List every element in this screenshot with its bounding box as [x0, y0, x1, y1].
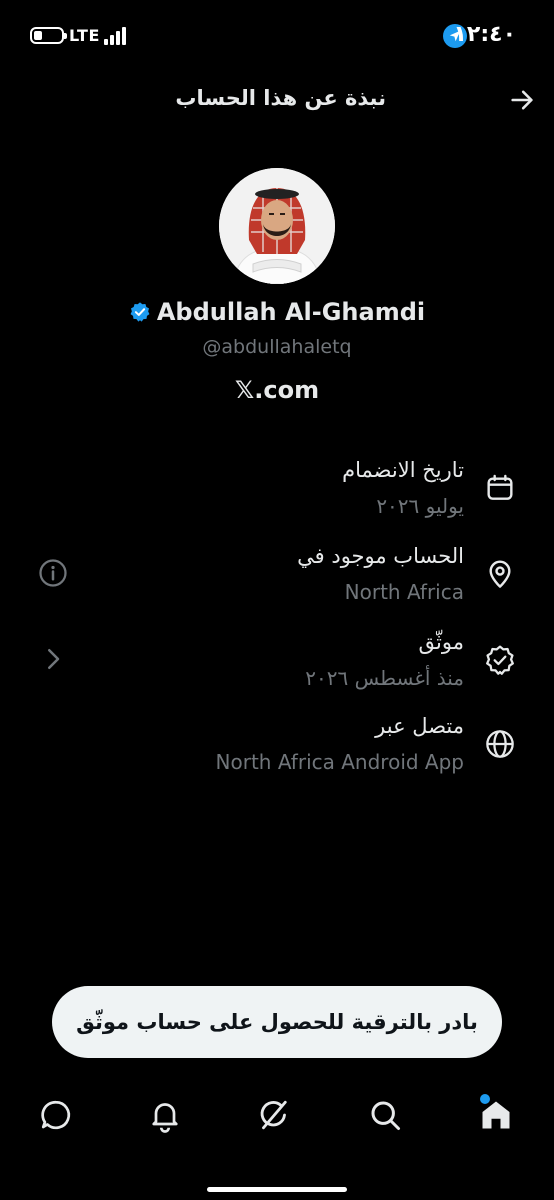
profile-handle: @abdullahaletq	[202, 336, 352, 358]
location-pin-icon	[484, 558, 516, 590]
verified-badge-icon	[484, 644, 516, 676]
info-row-title: متصل عبر	[375, 714, 464, 738]
info-row-location: الحساب موجود في North Africa	[0, 544, 554, 614]
verified-badge-icon	[129, 301, 151, 323]
info-row-title: تاريخ الانضمام	[342, 458, 464, 482]
site-label: 𝕏.com	[234, 376, 320, 404]
grok-icon[interactable]	[256, 1097, 292, 1133]
network-label: LTE	[69, 26, 100, 45]
profile-name-row: Abdullah Al-Ghamdi	[0, 298, 554, 326]
info-row-title: الحساب موجود في	[297, 544, 464, 568]
info-row-title: موثّق	[418, 630, 464, 654]
status-time: ١٢:٤٠	[453, 22, 516, 47]
info-row-value: منذ أغسطس ٢٠٢٦	[305, 666, 464, 690]
info-row-value: North Africa	[344, 580, 464, 604]
battery-icon	[30, 27, 67, 44]
avatar[interactable]	[219, 168, 335, 284]
search-icon[interactable]	[367, 1097, 403, 1133]
signal-icon	[104, 25, 128, 45]
profile-name: Abdullah Al-Ghamdi	[156, 298, 426, 326]
calendar-icon	[484, 472, 516, 504]
info-row-value: يوليو ٢٠٢٦	[376, 494, 464, 518]
home-indicator	[207, 1187, 347, 1192]
upgrade-button[interactable]: بادر بالترقية للحصول على حساب موثّق	[52, 986, 502, 1058]
info-row-joined: تاريخ الانضمام يوليو ٢٠٢٦	[0, 458, 554, 528]
status-bar: LTE ١٢:٤٠	[0, 0, 554, 72]
globe-icon	[484, 728, 516, 760]
upgrade-label: بادر بالترقية للحصول على حساب موثّق	[76, 1010, 478, 1034]
info-row-value: North Africa Android App	[215, 750, 464, 774]
notification-dot	[480, 1094, 490, 1104]
notifications-icon[interactable]	[147, 1097, 183, 1133]
arrow-right-icon[interactable]	[508, 86, 536, 114]
info-row-verified[interactable]: موثّق منذ أغسطس ٢٠٢٦	[0, 630, 554, 700]
page-title: نبذة عن هذا الحساب	[175, 86, 386, 110]
bottom-nav	[0, 1085, 554, 1155]
info-row-connected: متصل عبر North Africa Android App	[0, 714, 554, 784]
info-icon[interactable]	[38, 558, 68, 588]
messages-icon[interactable]	[38, 1097, 74, 1133]
chevron-right-icon[interactable]	[38, 644, 68, 674]
